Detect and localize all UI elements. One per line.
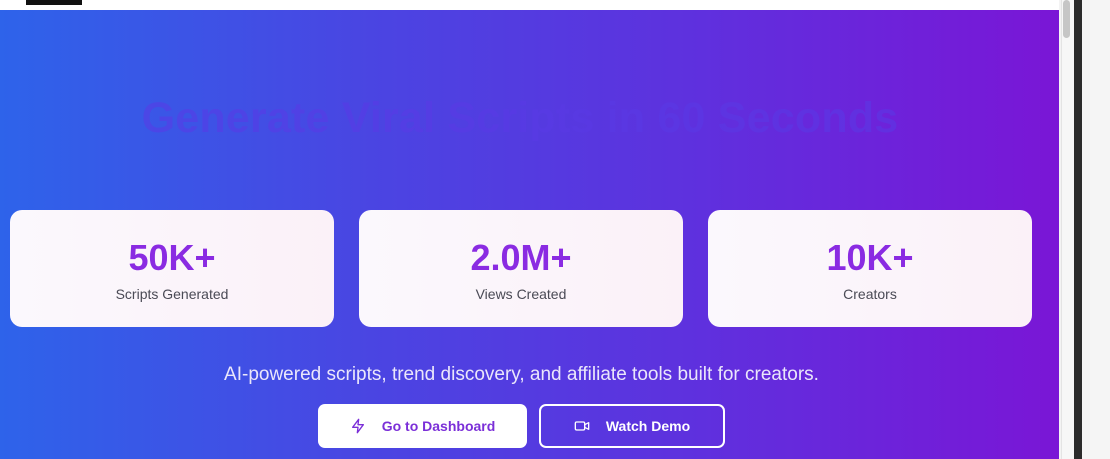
stat-label: Scripts Generated [115,286,229,302]
hero-section: Generate Viral Scripts in 60 Seconds 50K… [0,10,1059,459]
logo[interactable] [26,0,82,5]
stat-card-creators: 10K+ Creators [708,210,1032,327]
video-camera-icon [574,418,590,434]
adjacent-window [1082,0,1110,459]
watch-demo-label: Watch Demo [605,418,691,434]
stat-label: Creators [843,286,897,302]
lightning-icon [350,418,366,434]
stat-value: 10K+ [826,237,914,278]
watch-demo-button[interactable]: Watch Demo [539,404,725,448]
scrollbar-thumb[interactable] [1063,0,1070,38]
window-divider [1074,0,1082,459]
top-navbar [0,0,1059,10]
vertical-scrollbar[interactable] [1061,0,1074,459]
stat-card-views: 2.0M+ Views Created [359,210,683,327]
go-to-dashboard-button[interactable]: Go to Dashboard [318,404,527,448]
page-viewport: Generate Viral Scripts in 60 Seconds 50K… [0,0,1059,459]
hero-tagline: AI-powered scripts, trend discovery, and… [224,364,819,385]
stat-value: 2.0M+ [470,237,572,278]
hero-title: Generate Viral Scripts in 60 Seconds [141,94,899,142]
go-to-dashboard-label: Go to Dashboard [381,418,496,434]
stat-value: 50K+ [128,237,216,278]
stat-card-scripts: 50K+ Scripts Generated [10,210,334,327]
stat-label: Views Created [475,286,567,302]
